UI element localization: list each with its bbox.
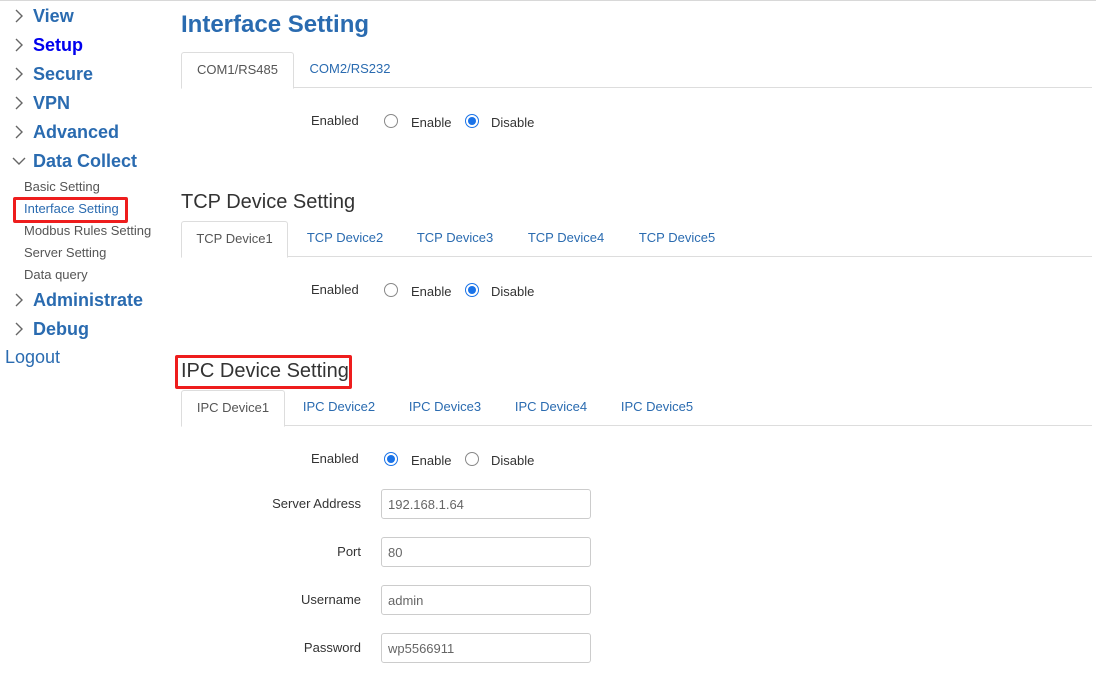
tcp-disable-label: Disable [491,284,535,299]
sidebar-item-label: Setup [33,34,84,55]
chevron-down-icon [10,152,28,170]
subnav-server-setting[interactable]: Server Setting [24,245,106,261]
sidebar-item-secure[interactable]: Secure [10,62,93,86]
sidebar-item-setup[interactable]: Setup [10,33,83,57]
sidebar-item-advanced[interactable]: Advanced [10,120,119,144]
tab-ipc-device2[interactable]: IPC Device2 [287,390,391,426]
tab-ipc-device3[interactable]: IPC Device3 [393,390,497,426]
tab-ipc-device4[interactable]: IPC Device4 [499,390,603,426]
tcp-enable-radio[interactable] [384,283,398,297]
tcp-disable-radio[interactable] [465,283,479,297]
tab-tcp-device1[interactable]: TCP Device1 [181,221,288,258]
subnav-data-query[interactable]: Data query [24,267,88,283]
ipc-disable-label: Disable [491,453,535,468]
sidebar-item-debug[interactable]: Debug [10,317,89,341]
tab-tcp-device2[interactable]: TCP Device2 [291,221,399,257]
sidebar-item-label: Secure [33,63,94,84]
sidebar-item-label: VPN [33,92,71,113]
top-divider [0,0,1096,1]
password-label: Password [303,640,361,655]
username-label: Username [301,592,361,607]
tab-tcp-device3[interactable]: TCP Device3 [401,221,509,257]
sidebar-item-view[interactable]: View [10,4,74,28]
subnav-modbus-rules-setting[interactable]: Modbus Rules Setting [24,223,151,239]
sidebar-item-label: Advanced [33,121,120,142]
server-address-label: Server Address [272,496,361,511]
highlight-box-interface-setting [13,197,128,223]
chevron-right-icon [10,123,28,141]
com-tabs: COM1/RS485 COM2/RS232 [181,52,1092,89]
sidebar-item-label: Data Collect [33,150,138,171]
ipc-enable-radio[interactable] [384,452,398,466]
tab-ipc-device1[interactable]: IPC Device1 [181,390,285,427]
com-enabled-label: Enabled [311,113,359,128]
ipc-disable-radio[interactable] [465,452,479,466]
chevron-right-icon [10,94,28,112]
password-input[interactable] [381,633,591,663]
tab-com1-rs485[interactable]: COM1/RS485 [181,52,294,89]
tcp-enable-label: Enable [411,284,452,299]
chevron-right-icon [10,291,28,309]
sidebar-item-label: View [33,5,74,26]
username-input[interactable] [381,585,591,615]
port-label: Port [337,544,361,559]
tcp-tabs: TCP Device1 TCP Device2 TCP Device3 TCP … [181,221,1092,258]
tab-com2-rs232[interactable]: COM2/RS232 [294,52,406,88]
ipc-enable-label: Enable [411,453,452,468]
sidebar-item-label: Administrate [33,289,144,310]
ipc-tabs: IPC Device1 IPC Device2 IPC Device3 IPC … [181,390,1092,427]
sidebar-item-administrate[interactable]: Administrate [10,288,143,312]
sidebar-item-label: Debug [33,318,89,339]
tab-tcp-device5[interactable]: TCP Device5 [622,221,732,257]
chevron-right-icon [10,320,28,338]
sidebar-item-data-collect[interactable]: Data Collect [10,149,137,173]
com-enable-radio[interactable] [384,114,398,128]
port-input[interactable] [381,537,591,567]
tcp-enabled-label: Enabled [311,282,359,297]
chevron-right-icon [10,36,28,54]
com-disable-label: Disable [491,115,535,130]
subnav-basic-setting[interactable]: Basic Setting [24,179,100,195]
server-address-input[interactable] [381,489,591,519]
logout-link[interactable]: Logout [5,347,60,368]
com-enable-label: Enable [411,115,452,130]
tab-tcp-device4[interactable]: TCP Device4 [511,221,621,257]
page-title: Interface Setting [181,11,370,38]
tcp-section-title: TCP Device Setting [181,191,356,213]
highlight-box-ipc-section [175,355,352,389]
chevron-right-icon [10,7,28,25]
com-disable-radio[interactable] [465,114,479,128]
chevron-right-icon [10,65,28,83]
ipc-enabled-label: Enabled [311,451,359,466]
tab-ipc-device5[interactable]: IPC Device5 [605,390,709,426]
sidebar-item-vpn[interactable]: VPN [10,91,70,115]
